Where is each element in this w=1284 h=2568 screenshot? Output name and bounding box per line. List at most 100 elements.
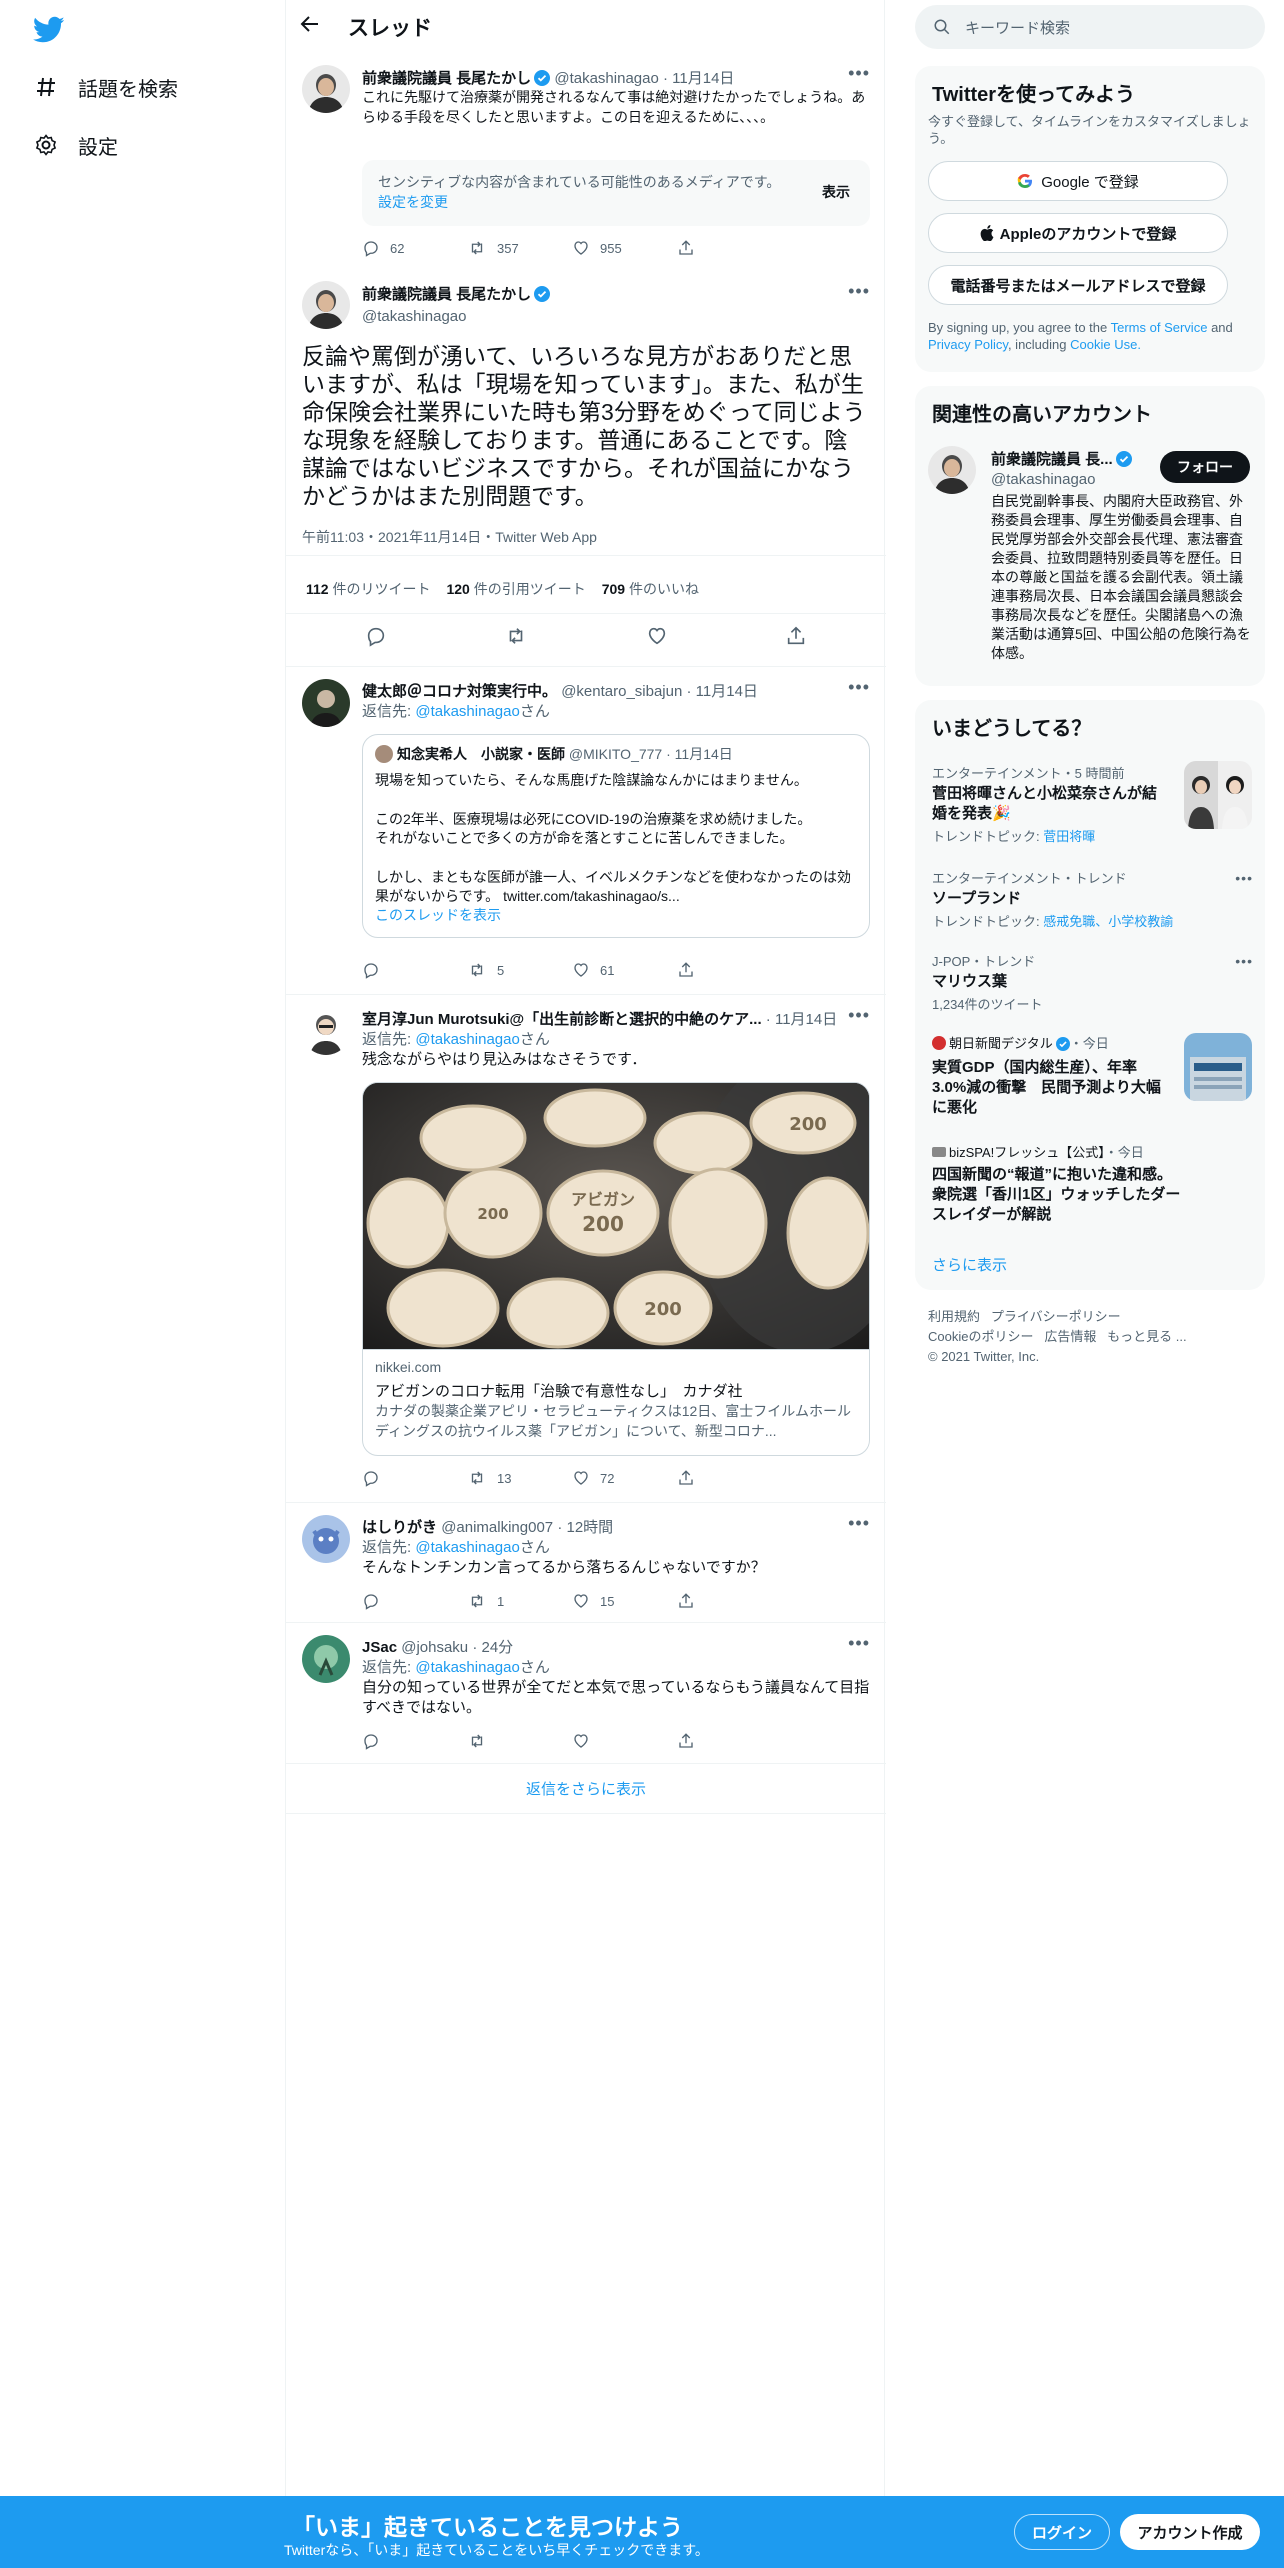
like-button[interactable]: 72 [572,1469,677,1487]
avatar[interactable] [928,446,976,494]
show-more-replies[interactable]: 返信をさらに表示 [286,1764,886,1814]
reply-tweet[interactable]: はしりがき @animalking007 · 12時間 ••• 返信先: @ta… [286,1503,886,1623]
related-account-name-block[interactable]: 前衆議院議員 長... @takashinagao [991,448,1132,488]
quoted-tweet[interactable]: 知念実希人 小説家・医師 @MIKITO_777 · 11月14日 現場を知って… [362,734,870,938]
author-name[interactable]: 室月淳Jun Murotsuki@「出生前診断と選択的中絶のケア... [362,1011,762,1028]
related-account-handle[interactable]: @takashinagao [991,471,1132,488]
reply-button[interactable] [365,625,387,652]
google-signup-button[interactable]: Google で登録 [928,161,1228,201]
tweet-time[interactable]: 24分 [482,1639,514,1656]
login-button[interactable]: ログイン [1014,2514,1110,2550]
share-button[interactable] [677,961,782,979]
retweet-button[interactable] [504,625,528,652]
more-options-icon[interactable]: ••• [848,63,870,84]
footer-link[interactable]: プライバシーポリシー [991,1309,1121,1324]
reply-to-link[interactable]: @takashinagao [415,703,519,720]
phone-email-signup-button[interactable]: 電話番号またはメールアドレスで登録 [928,265,1228,305]
retweet-button[interactable]: 1 [467,1592,572,1610]
retweets-stat[interactable]: 112 件のリツイート [306,579,430,599]
author-block[interactable]: 前衆議院議員 長尾たかし @takashinagao [362,283,551,325]
author-handle[interactable]: @takashinagao [554,70,658,87]
trend-item[interactable]: J-POP・トレンド マリウス葉 1,234件のツイート [932,951,1252,1013]
trend-item[interactable]: bizSPA!フレッシュ【公式】・今日 四国新聞の“報道”に抱いた違和感。衆院選… [932,1142,1182,1225]
footer-link[interactable]: もっと見る ... [1107,1329,1186,1344]
share-button[interactable] [677,239,782,257]
share-button[interactable] [677,1592,782,1610]
trend-item[interactable]: 朝日新聞デジタル ・今日 実質GDP（国内総生産）、年率3.0%減の衝撃 民間予測… [932,1033,1162,1118]
author-name[interactable]: 健太郎＠コロナ対策実行中。 [362,683,557,700]
author-handle[interactable]: @johsaku [401,1639,468,1656]
related-account-name[interactable]: 前衆議院議員 長... [991,451,1113,468]
like-button[interactable] [646,625,668,652]
reply-tweet[interactable]: JSac @johsaku · 24分 ••• 返信先: @takashinag… [286,1623,886,1764]
reply-button[interactable] [362,1592,467,1610]
avatar[interactable] [302,1635,350,1683]
avatar[interactable] [302,281,350,329]
privacy-link[interactable]: Privacy Policy [928,337,1008,352]
twitter-logo-icon[interactable] [32,16,65,44]
reply-tweet[interactable]: 健太郎＠コロナ対策実行中。 @kentaro_sibajun · 11月14日 … [286,667,886,995]
share-button[interactable] [785,625,807,652]
author-name[interactable]: 前衆議院議員 長尾たかし [362,70,531,87]
link-card[interactable]: アビガン 200 200 200 200 nikkei.com アビガンのコロナ… [362,1082,870,1456]
like-button[interactable] [572,1732,677,1750]
reply-button[interactable]: 62 [362,239,467,257]
avatar[interactable] [302,1515,350,1563]
apple-signup-button[interactable]: Appleのアカウントで登録 [928,213,1228,253]
terms-link[interactable]: Terms of Service [1111,320,1208,335]
more-options-icon[interactable]: ••• [848,281,870,302]
likes-stat[interactable]: 709 件のいいね [602,579,699,599]
signup-button[interactable]: アカウント作成 [1120,2514,1260,2550]
follow-button[interactable]: フォロー [1160,451,1250,483]
avatar[interactable] [302,65,350,113]
author-name[interactable]: 前衆議院議員 長尾たかし [362,286,531,303]
back-arrow-icon[interactable] [300,14,330,40]
reply-to-link[interactable]: @takashinagao [415,1659,519,1676]
show-more-trends-link[interactable]: さらに表示 [932,1254,1007,1275]
show-media-button[interactable]: 表示 [822,182,850,202]
retweet-button[interactable]: 357 [467,239,572,257]
parent-tweet[interactable]: 前衆議院議員 長尾たかし @takashinagao · 11月14日 ••• … [286,53,886,273]
change-settings-link[interactable]: 設定を変更 [378,194,448,210]
share-button[interactable] [677,1469,782,1487]
search-input[interactable]: キーワード検索 [915,5,1265,49]
nav-item-explore[interactable]: 話題を検索 [33,67,178,107]
more-options-icon[interactable]: ••• [1235,953,1253,969]
trend-item[interactable]: エンターテインメント・トレンド ソープランド トレンドトピック: 感戒免職、小学… [932,868,1252,930]
reply-tweet[interactable]: 室月淳Jun Murotsuki@「出生前診断と選択的中絶のケア... · 11… [286,995,886,1503]
like-button[interactable]: 61 [572,961,677,979]
like-button[interactable]: 955 [572,239,677,257]
show-more-replies-label[interactable]: 返信をさらに表示 [526,1778,646,1799]
retweet-button[interactable] [467,1732,572,1750]
footer-link[interactable]: 広告情報 [1044,1329,1096,1344]
show-thread-link[interactable]: このスレッドを表示 [375,906,857,925]
nav-item-settings[interactable]: 設定 [33,125,118,165]
footer-link[interactable]: 利用規約 [928,1309,980,1324]
author-name[interactable]: はしりがき [362,1519,437,1536]
more-options-icon[interactable]: ••• [848,677,870,698]
footer-link[interactable]: Cookieのポリシー [928,1329,1033,1344]
more-options-icon[interactable]: ••• [848,1513,870,1534]
tweet-meta[interactable]: 午前11:03・2021年11月14日・Twitter Web App [302,527,597,547]
cookie-link[interactable]: Cookie Use. [1070,337,1141,352]
like-button[interactable]: 15 [572,1592,677,1610]
quotes-stat[interactable]: 120 件の引用ツイート [446,579,585,599]
author-handle[interactable]: @kentaro_sibajun [561,683,682,700]
reply-to-link[interactable]: @takashinagao [415,1539,519,1556]
avatar[interactable] [302,1007,350,1055]
more-options-icon[interactable]: ••• [848,1005,870,1026]
tweet-time[interactable]: 11月14日 [775,1011,837,1028]
reply-button[interactable] [362,1469,467,1487]
tweet-time[interactable]: 12時間 [567,1519,614,1536]
reply-button[interactable] [362,961,467,979]
avatar[interactable] [302,679,350,727]
more-options-icon[interactable]: ••• [848,1633,870,1654]
author-handle[interactable]: @takashinagao [362,308,550,325]
retweet-button[interactable]: 13 [467,1469,572,1487]
reply-button[interactable] [362,1732,467,1750]
author-handle[interactable]: @animalking007 [441,1519,553,1536]
tweet-time[interactable]: 11月14日 [672,70,734,87]
share-button[interactable] [677,1732,782,1750]
more-options-icon[interactable]: ••• [1235,870,1253,886]
reply-to-link[interactable]: @takashinagao [415,1031,519,1048]
